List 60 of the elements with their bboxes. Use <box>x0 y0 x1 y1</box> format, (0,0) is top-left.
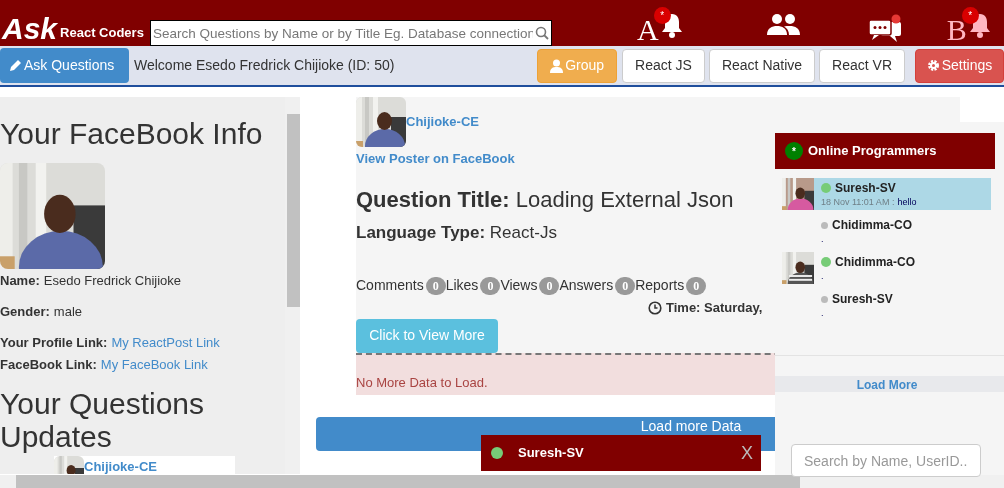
message-preview: hello <box>897 197 917 208</box>
language-type: Language Type: React-Js <box>356 221 557 244</box>
message-preview: . <box>821 308 824 319</box>
field-value: Esedo Fredrick Chijioke <box>43 272 182 290</box>
message-preview: . <box>821 234 824 245</box>
user-name: Suresh-SV <box>835 180 896 197</box>
count-badge: 0 <box>615 276 636 295</box>
field-label: Gender: <box>0 302 50 321</box>
notification-badge: * <box>653 7 671 24</box>
stat-label: Views <box>500 276 538 295</box>
clock-icon <box>648 300 662 315</box>
stat-label: Comments <box>356 276 424 295</box>
user-name: Chidimma-CO <box>835 254 915 271</box>
nav-tab[interactable]: React JS <box>622 48 705 83</box>
question-title: Question Title: Loading External Json <box>356 185 734 214</box>
settings-icon <box>926 59 940 72</box>
user-name: Chidimma-CO <box>832 217 912 234</box>
count-badge: 0 <box>539 276 560 295</box>
chat-user-item[interactable]: Chidimma-CO . <box>782 252 991 284</box>
alert-text: No More Data to Load. <box>356 374 488 392</box>
post-time: Time: Saturday, <box>666 299 763 317</box>
count-badge: 0 <box>686 276 707 295</box>
chat-user-item[interactable]: Suresh-SV 18 Nov 11:01 AM : hello <box>782 178 991 210</box>
site-subtitle: React Coders <box>60 23 144 42</box>
author-link[interactable]: Chijioke-CE <box>406 112 479 132</box>
facebook-link[interactable]: View Poster on FaceBook <box>356 149 515 169</box>
panel-title: Online Programmers <box>808 142 937 161</box>
nav-tab[interactable]: React Native <box>708 48 816 83</box>
chat-user-item[interactable]: Suresh-SV . <box>782 289 991 321</box>
user-name: Suresh-SV <box>832 291 893 308</box>
nav-tab[interactable]: React VR <box>819 48 905 83</box>
count-badge: 0 <box>480 276 501 295</box>
section-heading: Your FaceBook Info <box>0 117 264 151</box>
welcome-text: Welcome Esedo Fredrick Chijioke (ID: 50) <box>134 56 395 75</box>
logo[interactable]: Ask <box>2 14 58 44</box>
horizontal-scrollbar[interactable] <box>0 475 1004 488</box>
message-time: 18 Nov 11:01 AM : <box>821 197 895 208</box>
profile-link[interactable]: My FaceBook Link <box>100 354 208 374</box>
profile-link[interactable]: My ReactPost Link <box>111 333 220 353</box>
load-more-link[interactable]: Load More <box>775 376 1004 392</box>
message-preview: . <box>821 271 824 282</box>
pencil-icon <box>8 58 22 73</box>
people-icon[interactable] <box>764 13 801 37</box>
author-link[interactable]: Chijioke-CE <box>84 457 157 472</box>
search-icon[interactable] <box>535 26 549 40</box>
count-badge: 0 <box>425 276 446 295</box>
vertical-scrollbar[interactable] <box>285 97 300 474</box>
user-icon <box>550 58 564 73</box>
ask-questions-button[interactable]: Ask Questions <box>0 48 129 83</box>
field-value: male <box>53 302 83 321</box>
section-heading: Your Questions Updates <box>0 387 206 453</box>
field-label: Name: <box>0 272 40 290</box>
field-label: Your Profile Link: <box>0 334 108 352</box>
nav-tab[interactable]: Settings <box>915 48 1004 83</box>
stat-label: Answers <box>559 276 614 295</box>
stat-label: Likes <box>445 276 479 295</box>
field-label: FaceBook Link: <box>0 355 97 374</box>
stat-label: Reports <box>635 276 685 295</box>
status-badge: * <box>785 142 803 160</box>
chat-user-item[interactable]: Chidimma-CO . <box>782 215 991 247</box>
